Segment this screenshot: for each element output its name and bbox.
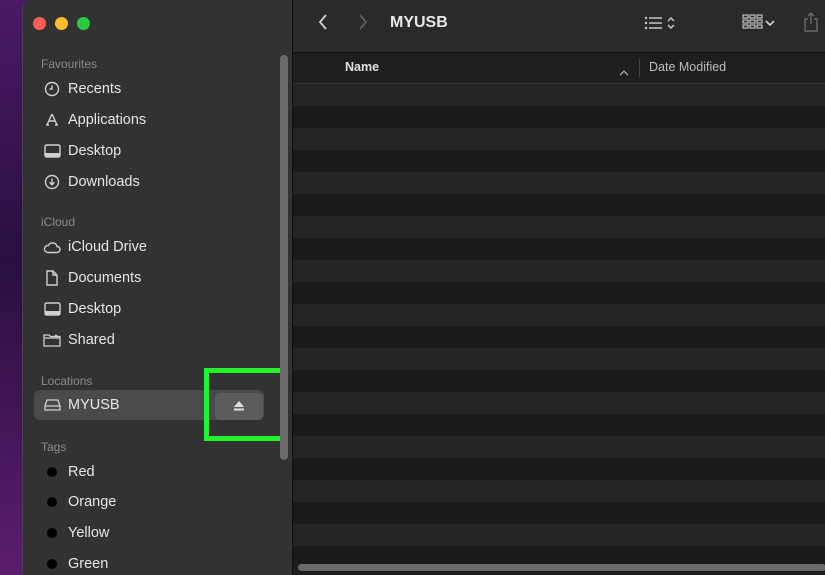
section-header-tags: Tags — [41, 440, 67, 454]
window-title: MYUSB — [390, 14, 448, 31]
sidebar-item-label: Documents — [68, 270, 142, 286]
chevron-updown-icon — [666, 15, 676, 36]
horizontal-scrollbar[interactable] — [298, 564, 825, 571]
applications-icon — [42, 110, 62, 130]
sidebar-item-tag-yellow[interactable]: Yellow — [34, 518, 264, 548]
sidebar-item-label: Orange — [68, 494, 117, 510]
desktop-icon — [42, 299, 62, 319]
empty-row — [293, 84, 825, 106]
desktop-icon — [42, 141, 62, 161]
empty-row — [293, 282, 825, 304]
sidebar-item-recents[interactable]: Recents — [34, 74, 264, 104]
sidebar-item-tag-green[interactable]: Green — [34, 549, 264, 575]
sidebar-item-label: Red — [68, 464, 95, 480]
share-button[interactable] — [801, 11, 821, 37]
forward-button[interactable] — [353, 13, 373, 35]
zoom-button[interactable] — [77, 17, 90, 30]
shared-folder-icon — [42, 330, 62, 350]
sidebar-item-documents[interactable]: Documents — [34, 263, 264, 293]
document-icon — [42, 268, 62, 288]
sidebar-item-tag-red[interactable]: Red — [34, 457, 264, 487]
empty-row — [293, 106, 825, 128]
empty-row — [293, 128, 825, 150]
group-view-button[interactable] — [737, 13, 781, 35]
sidebar-item-label: Desktop — [68, 301, 122, 317]
chevron-down-icon — [764, 15, 776, 33]
empty-row — [293, 172, 825, 194]
list-view-icon — [644, 15, 666, 36]
close-button[interactable] — [33, 17, 46, 30]
tag-dot-icon — [42, 554, 62, 574]
section-header-icloud: iCloud — [41, 215, 76, 229]
empty-row — [293, 546, 825, 563]
column-name-header[interactable]: Name — [345, 60, 379, 74]
sidebar-item-shared[interactable]: Shared — [34, 325, 264, 355]
empty-row — [293, 370, 825, 392]
sidebar-item-label: Applications — [68, 112, 147, 128]
tag-dot-icon — [42, 523, 62, 543]
empty-row — [293, 304, 825, 326]
sidebar-item-desktop[interactable]: Desktop — [34, 136, 264, 166]
section-header-locations: Locations — [41, 374, 93, 388]
empty-row — [293, 238, 825, 260]
section-header-favourites: Favourites — [41, 57, 98, 71]
window-controls — [33, 17, 90, 30]
empty-row — [293, 436, 825, 458]
empty-row — [293, 524, 825, 546]
sidebar-item-label: Downloads — [68, 174, 140, 190]
sidebar-item-label: Desktop — [68, 143, 122, 159]
empty-row — [293, 260, 825, 282]
sidebar-scrollbar[interactable] — [280, 55, 288, 460]
empty-row — [293, 392, 825, 414]
empty-row — [293, 326, 825, 348]
chevron-right-icon — [358, 13, 368, 35]
empty-row — [293, 502, 825, 524]
sidebar-item-tag-orange[interactable]: Orange — [34, 487, 264, 517]
empty-row — [293, 480, 825, 502]
share-icon — [803, 11, 819, 37]
sidebar-item-label: Recents — [68, 81, 122, 97]
drive-icon — [42, 395, 62, 415]
sidebar-item-label: iCloud Drive — [68, 239, 147, 255]
minimize-button[interactable] — [55, 17, 68, 30]
empty-row — [293, 150, 825, 172]
view-list-button[interactable] — [639, 14, 681, 36]
clock-icon — [42, 79, 62, 99]
sort-ascending-icon — [619, 63, 629, 81]
sidebar-item-label: Green — [68, 556, 109, 572]
tag-dot-icon — [42, 462, 62, 482]
sidebar-item-label: Yellow — [68, 525, 110, 541]
file-list[interactable] — [293, 84, 825, 563]
back-button[interactable] — [313, 13, 333, 35]
download-icon — [42, 172, 62, 192]
empty-row — [293, 194, 825, 216]
empty-row — [293, 458, 825, 480]
empty-row — [293, 348, 825, 370]
sidebar: Favourites Recents Applications Desktop … — [23, 0, 293, 575]
sidebar-item-icloud-drive[interactable]: iCloud Drive — [34, 232, 264, 262]
grid-icon — [742, 13, 764, 35]
chevron-left-icon — [318, 13, 328, 35]
column-date-modified-header[interactable]: Date Modified — [649, 60, 726, 74]
sidebar-item-downloads[interactable]: Downloads — [34, 167, 264, 197]
column-separator[interactable] — [639, 59, 640, 77]
tag-dot-icon — [42, 492, 62, 512]
sidebar-item-icloud-desktop[interactable]: Desktop — [34, 294, 264, 324]
cloud-icon — [42, 237, 62, 257]
empty-row — [293, 216, 825, 238]
sidebar-item-label: MYUSB — [68, 397, 120, 413]
empty-row — [293, 414, 825, 436]
column-header: Name Date Modified — [293, 53, 825, 84]
finder-window: Favourites Recents Applications Desktop … — [22, 0, 825, 575]
sidebar-item-label: Shared — [68, 332, 115, 348]
toolbar: MYUSB — [293, 0, 825, 53]
sidebar-item-applications[interactable]: Applications — [34, 105, 264, 135]
highlight-box — [204, 368, 288, 441]
